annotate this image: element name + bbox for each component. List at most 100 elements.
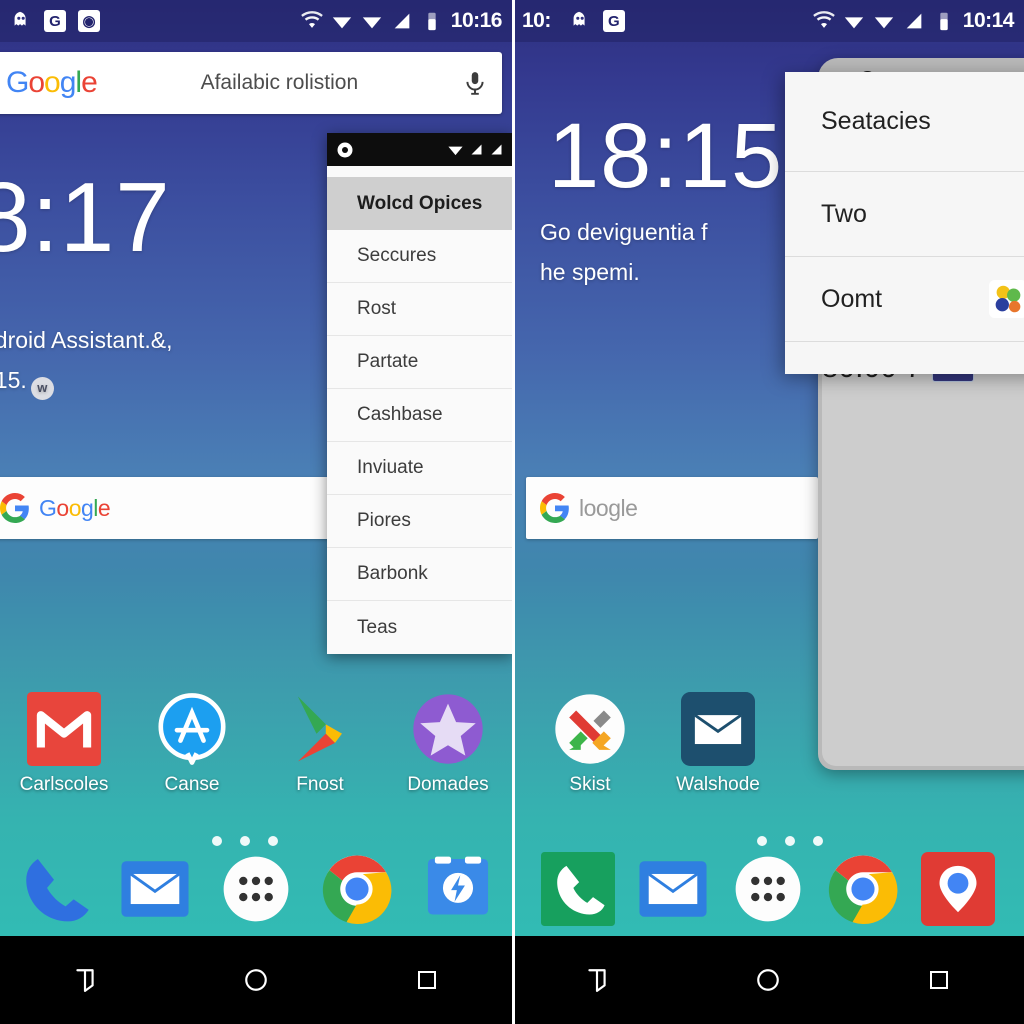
gmail-m-icon	[27, 692, 101, 766]
page-dot[interactable]	[785, 836, 795, 846]
menu-status-bar	[327, 133, 512, 166]
menu-item[interactable]: Wolcd Opices	[327, 177, 512, 230]
app-drawer-icon[interactable]	[219, 852, 293, 926]
app-label: Canse	[164, 774, 220, 795]
left-dock	[0, 852, 512, 926]
recents-icon[interactable]	[919, 960, 959, 1000]
mail-blue-icon[interactable]	[118, 852, 192, 926]
right-subtitle-line1: Go deviguentia f	[540, 219, 708, 245]
signal-triangle-icon	[906, 13, 922, 29]
app-shortcut[interactable]: Walshode	[654, 692, 782, 796]
battery-icon	[428, 12, 436, 31]
left-lockscreen-subtitle: ndroid Assistant.&, 915.w	[0, 320, 173, 401]
dual-phone-screenshot: G ◉ 10:16 Google Afailabic rolistion 8:1…	[0, 0, 1024, 1024]
maps-pin-red-icon[interactable]	[921, 852, 996, 926]
page-dot[interactable]	[212, 836, 222, 846]
left-subtitle-line2: 915.	[0, 367, 27, 394]
right-search-bar-label: loogle	[579, 494, 638, 521]
menu-item[interactable]: Teas	[327, 601, 512, 654]
colored-arrows-icon	[555, 694, 625, 764]
panel-divider	[512, 0, 515, 1024]
signal-triangle-icon	[471, 144, 482, 155]
sheet-item-label: Oomt	[821, 284, 883, 313]
assistant-badge-icon: w	[30, 377, 54, 401]
app-label: Carlscoles	[19, 774, 109, 795]
app-label: Walshode	[676, 774, 760, 795]
contacts-badge-icon: G	[602, 10, 625, 32]
sheet-item-label: Two	[821, 199, 867, 228]
mail-dark-icon	[681, 692, 755, 766]
signal-second-icon	[362, 17, 381, 29]
right-lockscreen-subtitle: Go deviguentia f he spemi.	[540, 212, 708, 293]
google-search-widget[interactable]: Google Afailabic rolistion	[0, 52, 502, 114]
camera-flash-icon[interactable]	[421, 852, 495, 926]
menu-item[interactable]: Piores	[327, 495, 512, 548]
left-search-bar-label: Google	[39, 494, 111, 521]
menu-item[interactable]: Partate	[327, 336, 512, 389]
contacts-badge-icon: G	[44, 10, 66, 32]
back-icon[interactable]	[577, 960, 617, 1000]
left-status-bar: G ◉ 10:16	[0, 0, 512, 42]
right-google-search-bar[interactable]: loogle	[526, 477, 818, 539]
play-store-icon	[298, 696, 342, 762]
menu-item[interactable]: Cashbase	[327, 389, 512, 442]
right-popup-sheet[interactable]: Seatacies Two Oomt	[785, 72, 1024, 374]
menu-item[interactable]: Inviuate	[327, 442, 512, 495]
page-dot[interactable]	[813, 836, 823, 846]
google-g-icon	[540, 493, 569, 523]
left-nav-bar	[0, 936, 512, 1024]
phone-green-icon[interactable]	[540, 852, 615, 926]
phone-blue-icon[interactable]	[17, 852, 91, 926]
app-shortcut[interactable]: Canse	[128, 692, 256, 796]
signal-bars-icon	[491, 144, 502, 155]
color-balls-icon	[989, 280, 1024, 318]
home-icon[interactable]	[236, 960, 276, 1000]
sheet-item[interactable]: Two	[785, 172, 1024, 257]
sheet-item[interactable]: Seatacies	[785, 72, 1024, 172]
sheet-item-label: Seatacies	[821, 107, 931, 135]
signal-second-icon	[874, 17, 893, 29]
chrome-icon[interactable]	[826, 852, 900, 926]
signal-full-icon	[332, 17, 351, 29]
app-shortcut[interactable]: Carlscoles	[0, 692, 128, 796]
options-dropdown-menu[interactable]: Wolcd Opices Seccures Rost Partate Cashb…	[327, 133, 512, 654]
battery-icon	[940, 12, 948, 31]
menu-item[interactable]: Rost	[327, 283, 512, 336]
mail-blue-icon[interactable]	[636, 852, 710, 926]
page-dot[interactable]	[240, 836, 250, 846]
home-icon[interactable]	[748, 960, 788, 1000]
page-dot[interactable]	[757, 836, 767, 846]
left-lockscreen-clock: 8:17	[0, 162, 171, 272]
menu-item-list: Wolcd Opices Seccures Rost Partate Cashb…	[327, 166, 512, 654]
app-drawer-icon[interactable]	[731, 852, 805, 926]
wifi-icon	[812, 11, 835, 28]
app-shortcut[interactable]: Fnost	[256, 692, 384, 796]
wifi-icon	[300, 11, 323, 28]
recents-icon[interactable]	[407, 960, 447, 1000]
ghost-notification-icon	[573, 11, 585, 26]
right-status-time: 10:14	[962, 9, 1015, 32]
google-g-icon	[0, 493, 29, 523]
star-circle-icon	[413, 694, 483, 764]
right-app-row: Skist Walshode	[526, 692, 826, 796]
page-dot[interactable]	[268, 836, 278, 846]
right-dock	[512, 852, 1024, 926]
right-nav-bar	[512, 936, 1024, 1024]
app-shortcut[interactable]: Skist	[526, 692, 654, 796]
sheet-item[interactable]: Oomt	[785, 257, 1024, 342]
search-query-text[interactable]: Afailabic rolistion	[97, 71, 462, 95]
google-logo: Google	[6, 66, 98, 99]
back-icon[interactable]	[65, 960, 105, 1000]
microphone-icon[interactable]	[462, 68, 488, 98]
menu-item[interactable]: Barbonk	[327, 548, 512, 601]
menu-item[interactable]: Seccures	[327, 230, 512, 283]
left-app-row: Carlscoles Canse Fnost Domades	[0, 692, 512, 796]
app-shortcut[interactable]: Domades	[384, 692, 512, 796]
appstore-a-icon	[158, 693, 226, 765]
right-page-indicator	[757, 836, 823, 846]
signal-full-icon	[844, 17, 863, 29]
app-label: Domades	[407, 774, 489, 795]
right-subtitle-line2: he spemi.	[540, 259, 640, 286]
left-page-indicator	[212, 836, 278, 846]
chrome-icon[interactable]	[320, 852, 394, 926]
